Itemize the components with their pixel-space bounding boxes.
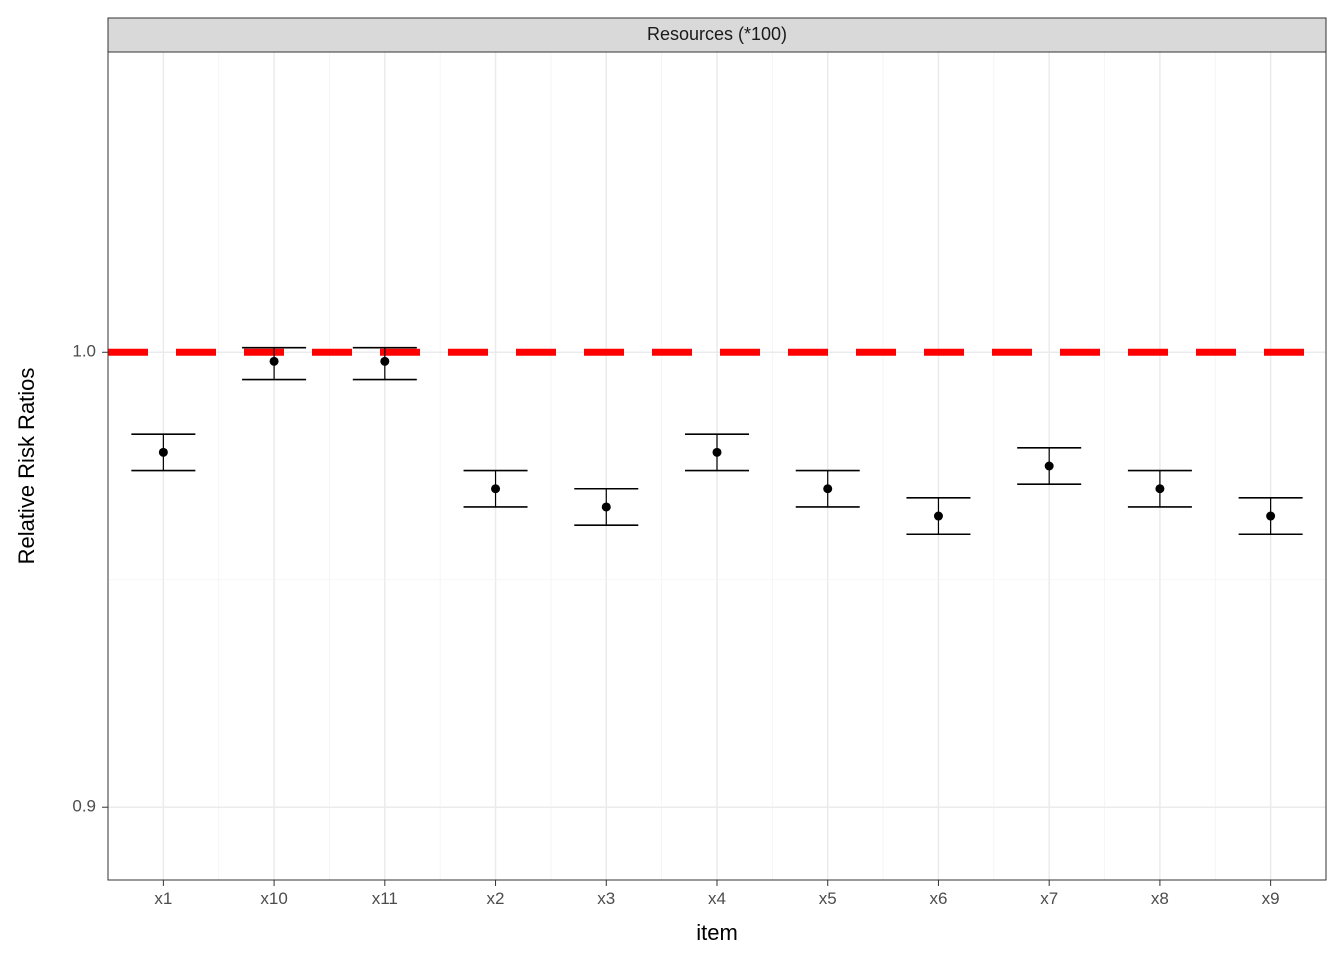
x-tick-label: x6 (929, 889, 947, 908)
x-tick-label: x1 (154, 889, 172, 908)
x-tick-label: x8 (1151, 889, 1169, 908)
x-axis-title: item (696, 920, 738, 945)
x-tick-label: x5 (819, 889, 837, 908)
y-tick-label: 0.9 (72, 797, 96, 816)
chart-container: Resources (*100) x1 x10 x11 x2 x3 x4 x5 x6 x7 x8 x9… (0, 0, 1344, 960)
x-tick-label: x10 (260, 889, 287, 908)
y-tick-label: 1.0 (72, 342, 96, 361)
x-tick-label: x7 (1040, 889, 1058, 908)
facet-label: Resources (*100) (647, 24, 787, 44)
x-tick-label: x3 (597, 889, 615, 908)
x-tick-label: x4 (708, 889, 726, 908)
x-tick-label: x2 (487, 889, 505, 908)
x-tick-label: x9 (1262, 889, 1280, 908)
y-axis-title: Relative Risk Ratios (14, 368, 39, 565)
x-tick-label: x11 (372, 889, 398, 908)
forest-plot: Resources (*100) x1 x10 x11 x2 x3 x4 x5 x6 x7 x8 x9… (0, 0, 1344, 960)
